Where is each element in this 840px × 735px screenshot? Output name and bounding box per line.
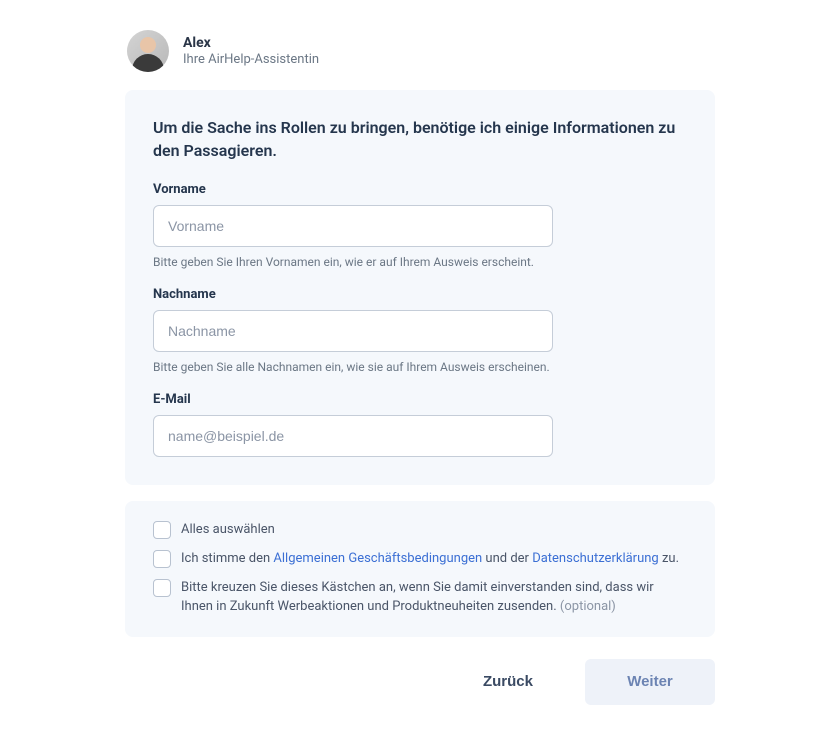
- last-name-label: Nachname: [153, 287, 687, 302]
- first-name-label: Vorname: [153, 182, 687, 197]
- select-all-checkbox[interactable]: [153, 521, 171, 539]
- email-group: E-Mail: [153, 392, 687, 457]
- first-name-group: Vorname Bitte geben Sie Ihren Vornamen e…: [153, 182, 687, 269]
- marketing-row: Bitte kreuzen Sie dieses Kästchen an, we…: [153, 579, 687, 617]
- last-name-hint: Bitte geben Sie alle Nachnamen ein, wie …: [153, 360, 687, 374]
- form-intro: Um die Sache ins Rollen zu bringen, benö…: [153, 116, 687, 162]
- first-name-hint: Bitte geben Sie Ihren Vornamen ein, wie …: [153, 255, 687, 269]
- form-card: Um die Sache ins Rollen zu bringen, benö…: [125, 90, 715, 485]
- terms-checkbox[interactable]: [153, 550, 171, 568]
- terms-link[interactable]: Allgemeinen Geschäftsbedingungen: [273, 551, 482, 566]
- terms-prefix: Ich stimme den: [181, 551, 273, 566]
- select-all-label: Alles auswählen: [181, 521, 687, 540]
- button-row: Zurück Weiter: [125, 659, 715, 705]
- consent-card: Alles auswählen Ich stimme den Allgemein…: [125, 501, 715, 636]
- email-input[interactable]: [153, 415, 553, 457]
- first-name-input[interactable]: [153, 205, 553, 247]
- email-label: E-Mail: [153, 392, 687, 407]
- assistant-name: Alex: [183, 35, 319, 51]
- assistant-header: Alex Ihre AirHelp-Assistentin: [125, 30, 715, 72]
- last-name-input[interactable]: [153, 310, 553, 352]
- last-name-group: Nachname Bitte geben Sie alle Nachnamen …: [153, 287, 687, 374]
- privacy-link[interactable]: Datenschutzerklärung: [532, 551, 659, 566]
- back-button[interactable]: Zurück: [443, 659, 573, 705]
- terms-middle: und der: [482, 551, 532, 566]
- terms-label: Ich stimme den Allgemeinen Geschäftsbedi…: [181, 550, 687, 569]
- assistant-subtitle: Ihre AirHelp-Assistentin: [183, 52, 319, 67]
- marketing-optional: (optional): [560, 599, 616, 614]
- terms-row: Ich stimme den Allgemeinen Geschäftsbedi…: [153, 550, 687, 569]
- select-all-row: Alles auswählen: [153, 521, 687, 540]
- terms-suffix: zu.: [659, 551, 679, 566]
- marketing-checkbox[interactable]: [153, 579, 171, 597]
- marketing-label: Bitte kreuzen Sie dieses Kästchen an, we…: [181, 579, 687, 617]
- next-button[interactable]: Weiter: [585, 659, 715, 705]
- avatar: [127, 30, 169, 72]
